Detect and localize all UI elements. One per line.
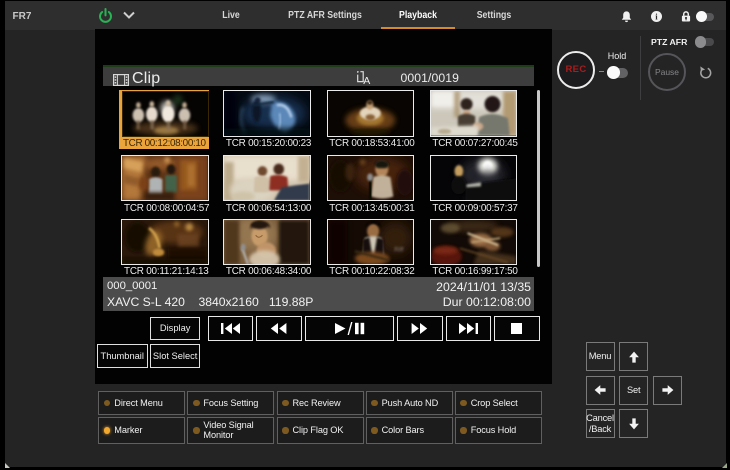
svg-text:Riff: Riff [394, 246, 403, 253]
svg-text:A: A [363, 75, 370, 85]
